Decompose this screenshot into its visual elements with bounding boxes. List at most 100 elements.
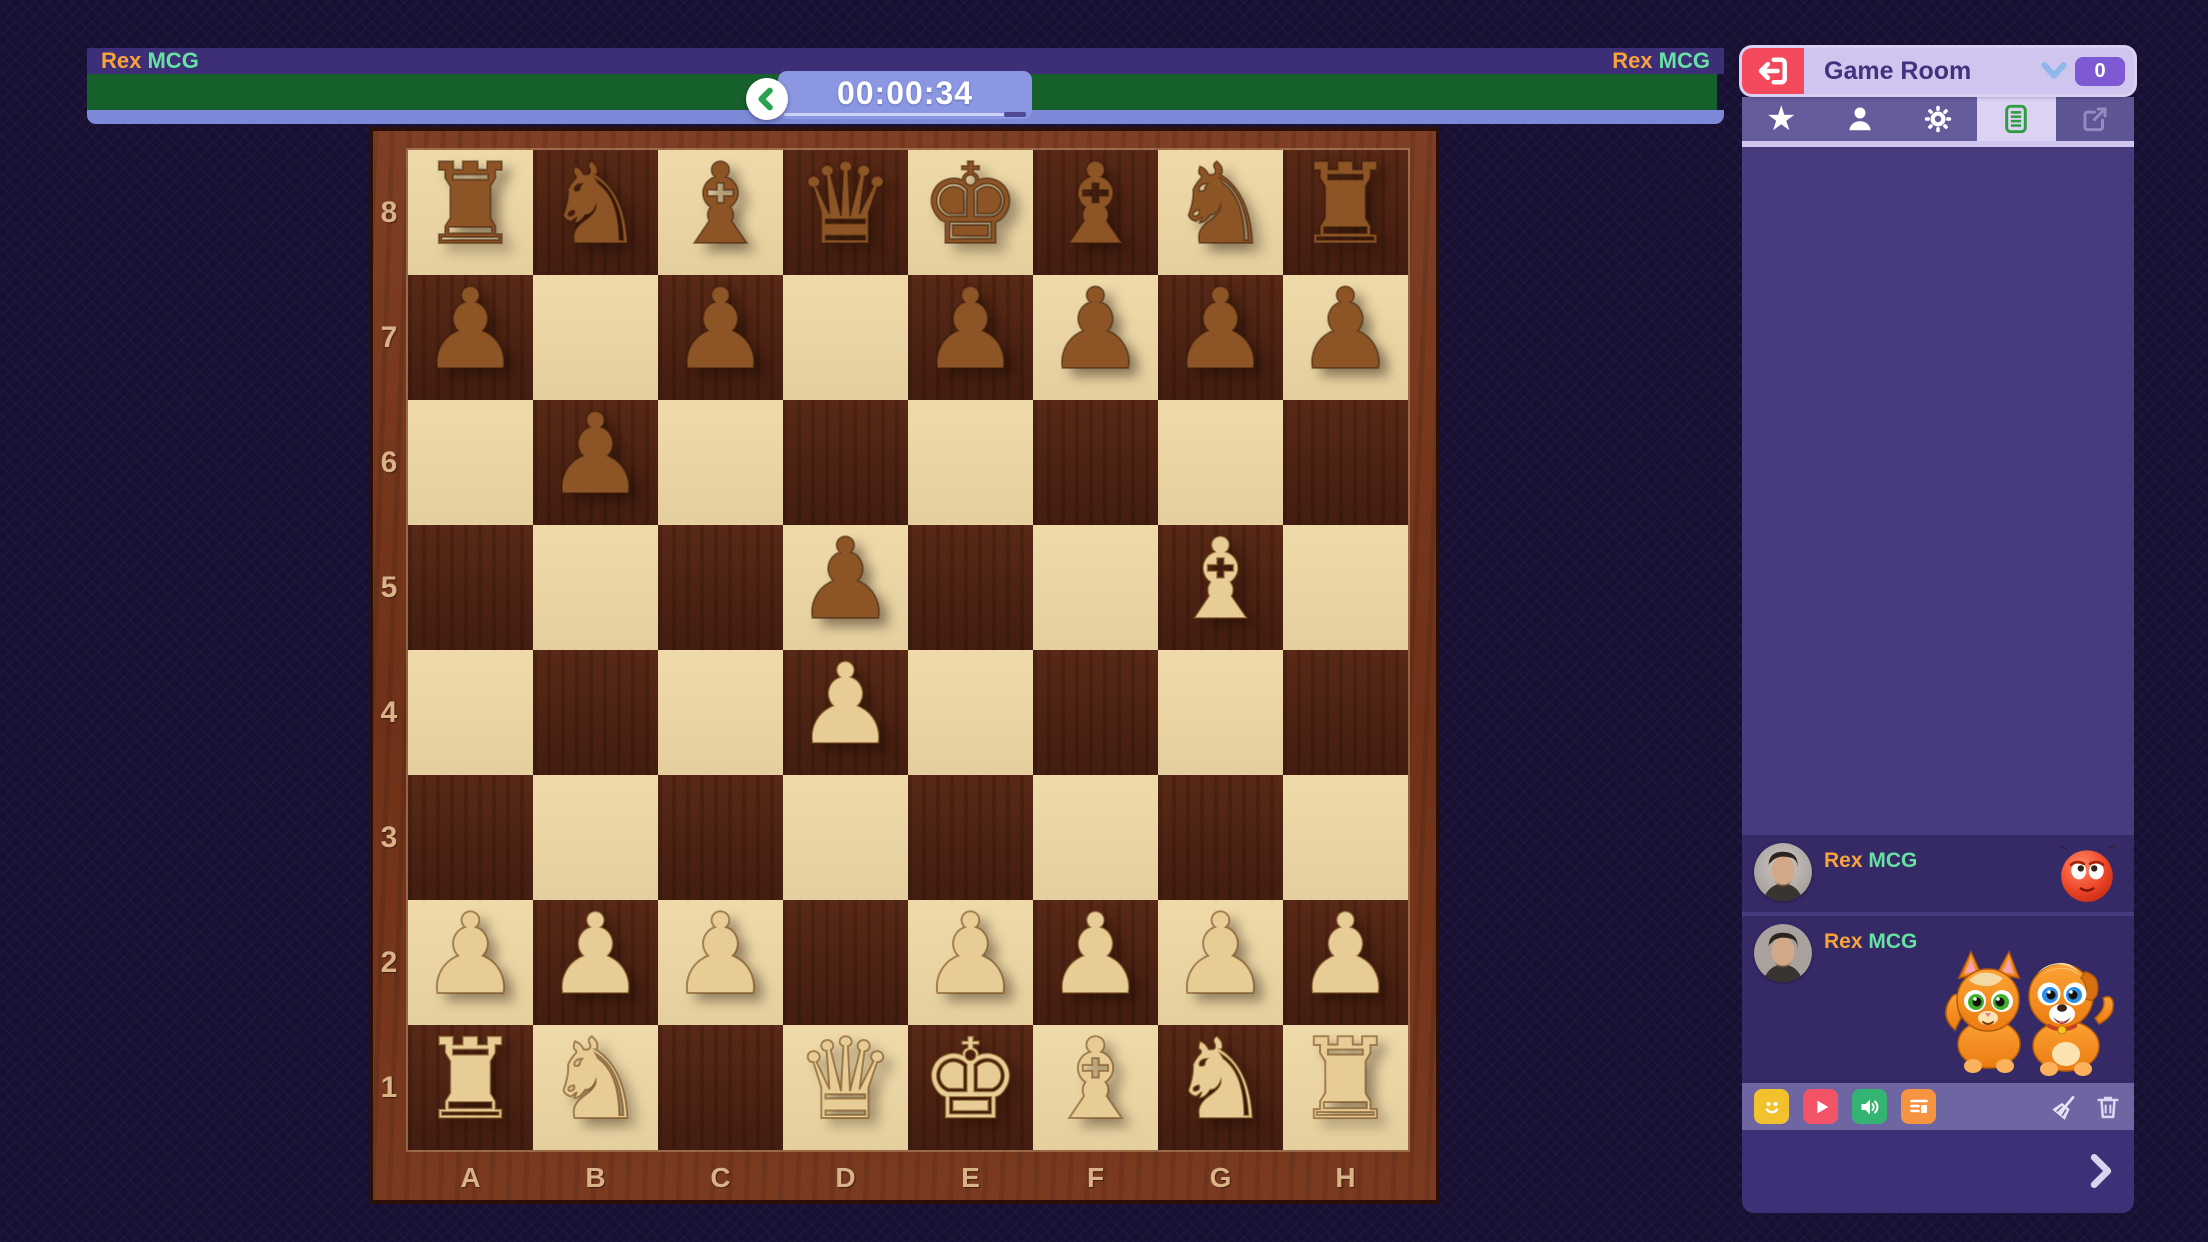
- emoji-button[interactable]: [1754, 1089, 1789, 1124]
- file-label-B: B: [533, 1156, 658, 1200]
- timer-progress: [784, 112, 1026, 116]
- file-label-G: G: [1158, 1156, 1283, 1200]
- square-g4[interactable]: [1158, 650, 1283, 775]
- square-f3[interactable]: [1033, 775, 1158, 900]
- tab-players[interactable]: [1820, 97, 1898, 141]
- file-label-F: F: [1033, 1156, 1158, 1200]
- piece-dark-pawn-g7[interactable]: ♟: [1158, 268, 1283, 393]
- clear-chat-button[interactable]: [2050, 1092, 2080, 1122]
- square-h6[interactable]: [1283, 400, 1408, 525]
- piece-dark-pawn-a7[interactable]: ♟: [408, 268, 533, 393]
- square-g6[interactable]: [1158, 400, 1283, 525]
- square-f5[interactable]: [1033, 525, 1158, 650]
- piece-light-pawn-c2[interactable]: ♟: [658, 893, 783, 1018]
- piece-dark-bishop-f8[interactable]: ♝: [1033, 143, 1158, 268]
- smiley-icon: [1760, 1095, 1784, 1119]
- square-c4[interactable]: [658, 650, 783, 775]
- piece-light-pawn-d4[interactable]: ♟: [783, 643, 908, 768]
- square-d6[interactable]: [783, 400, 908, 525]
- chat-input-area[interactable]: [1742, 1130, 2134, 1213]
- piece-light-pawn-e2[interactable]: ♟: [908, 893, 1033, 1018]
- chess-board-squares[interactable]: 87654321ABCDEFGH♜♞♝♛♚♝♞♜♟♟♟♟♟♟♟♟♝♟♟♟♟♟♟♟…: [408, 150, 1408, 1150]
- room-title-bar[interactable]: Game Room 0: [1804, 48, 2134, 94]
- piece-dark-pawn-b6[interactable]: ♟: [533, 393, 658, 518]
- speaker-icon: [1858, 1095, 1882, 1119]
- square-e5[interactable]: [908, 525, 1033, 650]
- chat-message-row[interactable]: Rex MCG: [1742, 835, 2134, 912]
- piece-light-pawn-h2[interactable]: ♟: [1283, 893, 1408, 1018]
- square-c5[interactable]: [658, 525, 783, 650]
- square-h3[interactable]: [1283, 775, 1408, 900]
- person-icon: [1845, 104, 1875, 134]
- piece-light-knight-b1[interactable]: ♞: [533, 1018, 658, 1143]
- square-a6[interactable]: [408, 400, 533, 525]
- piece-light-king-e1[interactable]: ♚: [908, 1018, 1033, 1143]
- expand-chat-button[interactable]: [2088, 1154, 2114, 1193]
- square-b3[interactable]: [533, 775, 658, 900]
- square-a4[interactable]: [408, 650, 533, 775]
- square-d2[interactable]: [783, 900, 908, 1025]
- piece-dark-pawn-c7[interactable]: ♟: [658, 268, 783, 393]
- piece-light-pawn-b2[interactable]: ♟: [533, 893, 658, 1018]
- sticker-feed-button[interactable]: [1901, 1089, 1936, 1124]
- piece-light-pawn-f2[interactable]: ♟: [1033, 893, 1158, 1018]
- square-f6[interactable]: [1033, 400, 1158, 525]
- square-b5[interactable]: [533, 525, 658, 650]
- piece-dark-knight-b8[interactable]: ♞: [533, 143, 658, 268]
- square-d3[interactable]: [783, 775, 908, 900]
- piece-light-knight-g1[interactable]: ♞: [1158, 1018, 1283, 1143]
- chevron-down-icon[interactable]: [2039, 59, 2069, 83]
- piece-light-rook-h1[interactable]: ♜: [1283, 1018, 1408, 1143]
- list-icon: [2000, 103, 2032, 135]
- piece-dark-knight-g8[interactable]: ♞: [1158, 143, 1283, 268]
- tab-favorites[interactable]: ★: [1742, 97, 1820, 141]
- piece-dark-pawn-d5[interactable]: ♟: [783, 518, 908, 643]
- piece-light-bishop-g5[interactable]: ♝: [1158, 518, 1283, 643]
- square-d7[interactable]: [783, 275, 908, 400]
- piece-light-bishop-f1[interactable]: ♝: [1033, 1018, 1158, 1143]
- square-e3[interactable]: [908, 775, 1033, 900]
- play-button[interactable]: [1803, 1089, 1838, 1124]
- timer-collapse-button[interactable]: [746, 78, 788, 120]
- tab-share[interactable]: [2056, 97, 2134, 141]
- devil-emoji: [2054, 839, 2120, 910]
- chat-message-row[interactable]: Rex MCG: [1742, 916, 2134, 1083]
- piece-dark-pawn-h7[interactable]: ♟: [1283, 268, 1408, 393]
- square-h4[interactable]: [1283, 650, 1408, 775]
- square-c6[interactable]: [658, 400, 783, 525]
- square-a3[interactable]: [408, 775, 533, 900]
- piece-light-rook-a1[interactable]: ♜: [408, 1018, 533, 1143]
- square-c3[interactable]: [658, 775, 783, 900]
- tab-chat-log[interactable]: [1977, 97, 2055, 141]
- timer-progress-elapsed: [784, 113, 1006, 116]
- tab-settings[interactable]: [1899, 97, 1977, 141]
- square-a5[interactable]: [408, 525, 533, 650]
- rank-label-8: 8: [373, 150, 405, 275]
- piece-light-pawn-g2[interactable]: ♟: [1158, 893, 1283, 1018]
- sound-button[interactable]: [1852, 1089, 1887, 1124]
- piece-dark-queen-d8[interactable]: ♛: [783, 143, 908, 268]
- piece-dark-pawn-e7[interactable]: ♟: [908, 268, 1033, 393]
- piece-light-pawn-a2[interactable]: ♟: [408, 893, 533, 1018]
- file-label-D: D: [783, 1156, 908, 1200]
- piece-light-queen-d1[interactable]: ♛: [783, 1018, 908, 1143]
- piece-dark-king-e8[interactable]: ♚: [908, 143, 1033, 268]
- square-e4[interactable]: [908, 650, 1033, 775]
- square-b7[interactable]: [533, 275, 658, 400]
- chat-scroll-area[interactable]: [1742, 147, 2134, 835]
- panel-title: Game Room: [1824, 57, 1971, 86]
- leave-room-button[interactable]: [1742, 48, 1804, 94]
- player-name-right: Rex MCG: [1612, 48, 1710, 74]
- game-screen: Rex MCG Rex MCG 00:00:34 87654321ABCDEFG…: [0, 0, 2208, 1242]
- square-g3[interactable]: [1158, 775, 1283, 900]
- piece-dark-bishop-c8[interactable]: ♝: [658, 143, 783, 268]
- piece-dark-pawn-f7[interactable]: ♟: [1033, 268, 1158, 393]
- delete-button[interactable]: [2094, 1093, 2122, 1121]
- square-h5[interactable]: [1283, 525, 1408, 650]
- square-c1[interactable]: [658, 1025, 783, 1150]
- square-f4[interactable]: [1033, 650, 1158, 775]
- piece-dark-rook-h8[interactable]: ♜: [1283, 143, 1408, 268]
- piece-dark-rook-a8[interactable]: ♜: [408, 143, 533, 268]
- square-e6[interactable]: [908, 400, 1033, 525]
- square-b4[interactable]: [533, 650, 658, 775]
